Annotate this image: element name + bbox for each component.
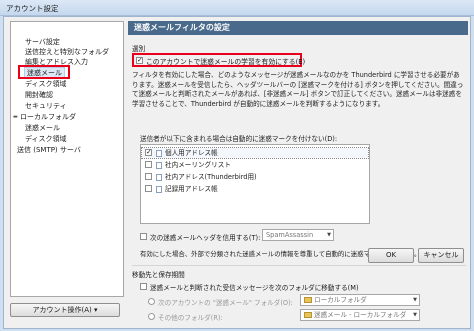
address-book-checkbox[interactable] [145, 160, 152, 168]
junk-description: フィルタを有効にした場合、どのようなメッセージが迷惑メールなのかを Thunde… [132, 71, 464, 108]
address-book-icon [156, 161, 162, 169]
move-junk-label[interactable]: 迷惑メールと判断された受信メッセージを次のフォルダに移動する(M) [150, 282, 359, 292]
cancel-button[interactable]: キャンセル [418, 248, 464, 263]
trust-header-label[interactable]: 次の迷惑メールヘッダを信用する(T): [150, 232, 260, 242]
section-label-selection: 選別 [132, 45, 146, 53]
address-book-checkbox[interactable] [145, 148, 152, 156]
sidebar-item-local-junk[interactable]: 迷惑メール [25, 123, 60, 133]
sidebar-item-security[interactable]: セキュリティ [25, 101, 67, 111]
spam-header-select[interactable]: SpamAssassin ▼ [262, 229, 334, 241]
enable-junk-label[interactable]: このアカウントで迷惑メールの学習を有効にする(E) [146, 56, 305, 66]
trust-header-checkbox[interactable] [140, 233, 147, 240]
list-item[interactable]: 個人用アドレス帳 [141, 147, 369, 159]
junk-settings-panel: 迷惑メールフィルタの設定 選別 このアカウントで迷惑メールの学習を有効にする(E… [128, 21, 468, 327]
whitelist-label: 送信者が以下に含まれる場合は自動的に迷惑マークを付けない(D): [140, 135, 338, 143]
window-title: アカウント設定 [0, 0, 474, 16]
address-book-icon [156, 149, 162, 157]
account-folder-select[interactable]: ローカルフォルダ ▼ [300, 294, 420, 306]
radio-other-folder[interactable] [148, 313, 155, 320]
account-settings-window: サーバ設定 送信控えと特別なフォルダ 編集とアドレス入力 迷惑メール ディスク領… [3, 16, 471, 329]
account-actions-button[interactable]: アカウント操作(A) ▾ [10, 303, 120, 317]
radio-other-label[interactable]: その他のフォルダ(R): [158, 312, 223, 322]
radio-account-label[interactable]: 次のアカウントの "迷惑メール" フォルダ(O): [158, 297, 293, 307]
sidebar-item-smtp[interactable]: 送信 (SMTP) サーバ [17, 145, 81, 155]
address-book-icon [156, 173, 162, 181]
address-book-checkbox[interactable] [145, 184, 152, 192]
sidebar-item-return-receipts[interactable]: 開封確認 [25, 90, 53, 100]
sidebar-item-server-settings[interactable]: サーバ設定 [25, 37, 60, 47]
folder-icon [304, 297, 312, 303]
sidebar-item-local-disk[interactable]: ディスク領域 [25, 134, 67, 144]
page-title: 迷惑メールフィルタの設定 [128, 21, 468, 35]
sidebar-item-disk-space[interactable]: ディスク領域 [25, 79, 67, 89]
divider [132, 265, 466, 266]
list-item[interactable]: 社内メーリングリスト [145, 160, 231, 170]
other-folder-select[interactable]: 迷惑メール - ローカルフォルダ ▼ [300, 309, 420, 321]
sidebar-item-local-folders[interactable]: ローカルフォルダ [20, 112, 76, 122]
highlight-frame [18, 65, 70, 79]
folder-icon [304, 312, 312, 318]
address-book-checkbox[interactable] [145, 172, 152, 180]
section-label-destination: 移動先と保存期間 [132, 271, 185, 279]
address-book-icon [156, 185, 162, 193]
move-junk-checkbox[interactable] [140, 283, 147, 290]
list-item[interactable]: 社内アドレス(Thunderbird用) [145, 172, 257, 182]
collapse-icon[interactable]: ▬ [13, 112, 19, 122]
list-item[interactable]: 記録用アドレス帳 [145, 184, 218, 194]
sidebar-item-copies-folders[interactable]: 送信控えと特別なフォルダ [25, 47, 109, 57]
radio-account-junk-folder[interactable] [148, 298, 155, 305]
ok-button[interactable]: OK [368, 248, 414, 263]
account-tree[interactable]: サーバ設定 送信控えと特別なフォルダ 編集とアドレス入力 迷惑メール ディスク領… [10, 21, 124, 297]
enable-junk-checkbox[interactable] [136, 56, 143, 64]
address-book-list[interactable]: 個人用アドレス帳 社内メーリングリスト 社内アドレス(Thunderbird用)… [140, 144, 370, 224]
